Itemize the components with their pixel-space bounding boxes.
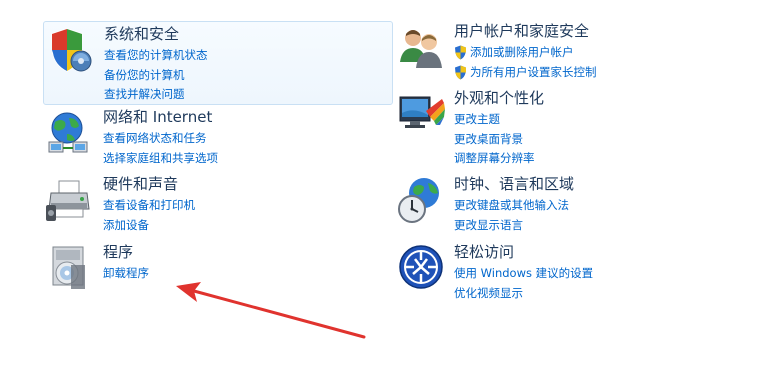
control-panel-category-view: 系统和安全 查看您的计算机状态 备份您的计算机 查找并解决问题 网络和 Inte… (0, 0, 763, 376)
red-arrow-icon (176, 282, 366, 339)
